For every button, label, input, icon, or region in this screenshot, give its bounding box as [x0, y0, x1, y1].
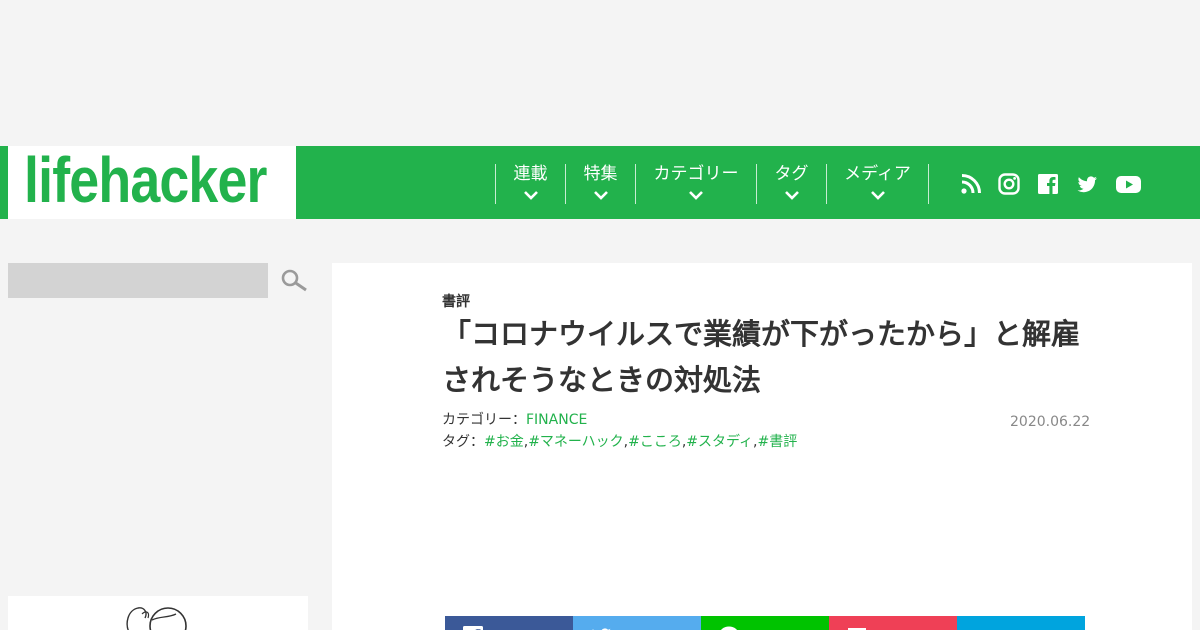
- facebook-icon[interactable]: [1036, 172, 1060, 196]
- line-icon: [720, 626, 738, 630]
- site-logo: lifehacker: [24, 144, 267, 216]
- article-category-line: カテゴリー：FINANCE: [442, 411, 587, 429]
- category-link[interactable]: FINANCE: [526, 412, 587, 428]
- sidebar-card: [8, 596, 308, 630]
- chevron-down-icon: [689, 191, 703, 200]
- chevron-down-icon: [870, 191, 885, 200]
- pocket-icon: [848, 628, 866, 630]
- tag-link[interactable]: #書評: [758, 434, 798, 450]
- nav-divider: [928, 164, 929, 204]
- share-hatena-button[interactable]: B!: [957, 616, 1085, 630]
- illustration-icon: [126, 607, 187, 630]
- rss-icon[interactable]: [959, 172, 983, 196]
- twitter-icon[interactable]: [1075, 172, 1099, 196]
- youtube-icon[interactable]: [1115, 172, 1142, 196]
- share-twitter-button[interactable]: [573, 616, 701, 630]
- logo-accent-bar: [0, 146, 8, 219]
- nav-item-tag[interactable]: タグ: [756, 164, 826, 204]
- article-tags-line: タグ：#お金,#マネーハック,#こころ,#スタディ,#書評: [442, 433, 797, 451]
- article-category-label[interactable]: 書評: [442, 291, 470, 311]
- nav-item-label: 特集: [583, 164, 618, 184]
- share-pocket-button[interactable]: [829, 616, 957, 630]
- search-icon[interactable]: [280, 268, 308, 294]
- tags-prefix: タグ：: [442, 434, 484, 450]
- nav-item-label: メディア: [844, 164, 911, 184]
- tag-link[interactable]: #マネーハック: [528, 434, 623, 450]
- nav-item-label: カテゴリー: [653, 164, 739, 184]
- tag-link[interactable]: #お金: [484, 434, 524, 450]
- hatena-icon: B!: [974, 627, 995, 630]
- nav-item-features[interactable]: 特集: [565, 164, 635, 204]
- article-card: 書評 「コロナウイルスで業績が下がったから」と解雇されそうなときの対処法 カテゴ…: [332, 263, 1192, 630]
- article-title: 「コロナウイルスで業績が下がったから」と解雇されそうなときの対処法: [442, 317, 1081, 397]
- chevron-down-icon: [593, 191, 608, 200]
- nav-item-category[interactable]: カテゴリー: [635, 164, 756, 204]
- article-date: 2020.06.22: [1010, 414, 1091, 430]
- share-facebook-button[interactable]: [445, 616, 573, 630]
- nav-item-label: 連載: [513, 164, 548, 184]
- share-line-button[interactable]: [701, 616, 829, 630]
- nav-item-label: タグ: [774, 164, 809, 184]
- nav-item-media[interactable]: メディア: [826, 164, 928, 204]
- search-input[interactable]: [8, 263, 268, 298]
- chevron-down-icon: [523, 191, 538, 200]
- logo-link[interactable]: lifehacker: [0, 144, 296, 219]
- tag-link[interactable]: #スタディ: [686, 434, 753, 450]
- nav-item-series[interactable]: 連載: [495, 164, 565, 204]
- twitter-icon: [592, 628, 611, 630]
- chevron-down-icon: [784, 191, 799, 200]
- category-prefix: カテゴリー：: [442, 412, 526, 428]
- tag-link[interactable]: #こころ: [628, 434, 682, 450]
- global-nav: 連載 特集 カテゴリー タグ メディア: [296, 146, 1200, 219]
- facebook-icon: [463, 626, 483, 630]
- instagram-icon[interactable]: [997, 172, 1021, 196]
